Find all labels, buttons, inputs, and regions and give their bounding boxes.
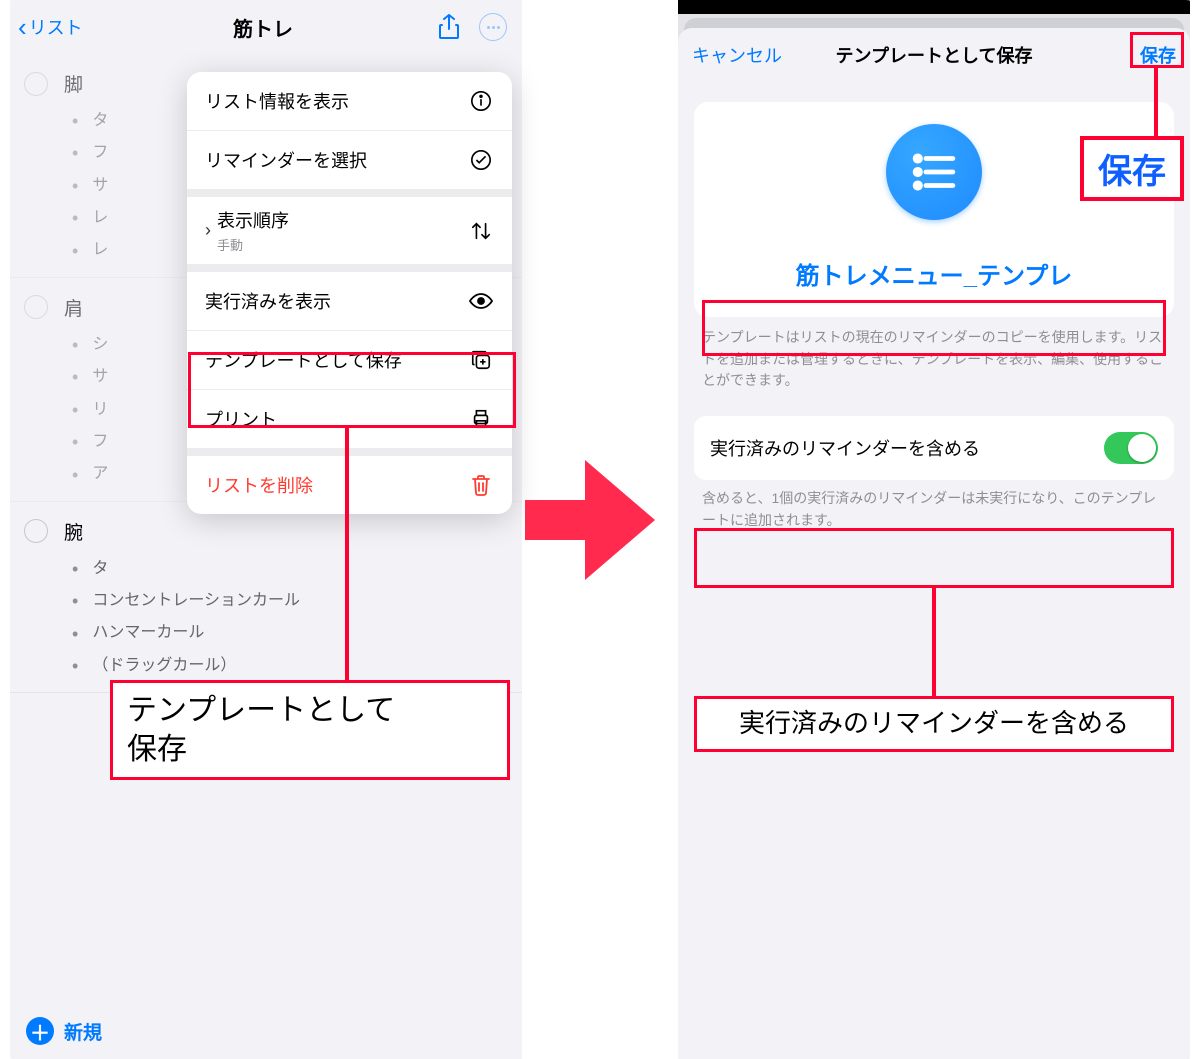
new-label: 新規 (64, 1018, 102, 1045)
flow-arrow-icon (525, 460, 665, 580)
menu-show-completed[interactable]: 実行済みを表示 (187, 272, 512, 331)
context-menu: リスト情報を表示 リマインダーを選択 › 表示順序 手動 (187, 72, 512, 514)
annotation-highlight (702, 300, 1166, 356)
section-title: 腕 (64, 518, 83, 545)
completion-toggle[interactable] (24, 72, 48, 96)
reminders-list-screen: ‹ リスト 筋トレ 脚 タ (10, 0, 522, 1059)
sheet-title: テンプレートとして保存 (836, 42, 1033, 68)
back-label: リスト (29, 14, 83, 40)
ellipsis-icon (479, 13, 507, 41)
include-completed-switch[interactable] (1104, 432, 1158, 464)
trash-icon (468, 474, 494, 496)
annotation-connector (932, 588, 936, 698)
checkmark-circle-icon (468, 149, 494, 171)
annotation-highlight (1130, 32, 1184, 68)
annotation-connector (1154, 68, 1158, 136)
share-icon (438, 14, 460, 40)
menu-show-list-info[interactable]: リスト情報を表示 (187, 72, 512, 131)
list-item[interactable]: （ドラッグカール） (72, 650, 522, 682)
sort-icon (468, 220, 494, 242)
annotation-label: 保存 (1080, 136, 1184, 201)
annotation-label: テンプレートとして 保存 (110, 680, 510, 780)
save-template-screen: キャンセル テンプレートとして保存 保存 筋トレメニュー_テンプレ テンプレート… (678, 0, 1190, 1059)
cancel-button[interactable]: キャンセル (692, 42, 836, 68)
share-button[interactable] (434, 12, 464, 42)
new-reminder-button[interactable]: ＋ 新規 (26, 1017, 102, 1045)
annotation-highlight (694, 528, 1174, 588)
section-title: 肩 (64, 294, 83, 321)
include-completed-label: 実行済みのリマインダーを含める (710, 435, 980, 461)
list-item[interactable]: タ (72, 553, 522, 585)
bottom-toolbar: ＋ 新規 (10, 1003, 522, 1059)
plus-icon: ＋ (26, 1017, 54, 1045)
annotation-label: 実行済みのリマインダーを含める (694, 696, 1174, 752)
template-card: 筋トレメニュー_テンプレ (694, 102, 1174, 317)
more-button[interactable] (478, 12, 508, 42)
annotation-connector (345, 428, 349, 682)
include-completed-description: 含めると、1個の実行済みのリマインダーは未実行になり、このテンプレートに追加され… (702, 488, 1166, 531)
menu-delete-list[interactable]: リストを削除 (187, 456, 512, 514)
nav-bar: ‹ リスト 筋トレ (10, 0, 522, 54)
include-completed-row: 実行済みのリマインダーを含める (694, 416, 1174, 480)
info-icon (468, 90, 494, 112)
completion-toggle[interactable] (24, 519, 48, 543)
list-item[interactable]: ハンマーカール (72, 618, 522, 650)
completion-toggle[interactable] (24, 295, 48, 319)
section-title: 脚 (64, 70, 83, 97)
list-section: 腕 タ コンセントレーションカール ハンマーカール （ドラッグカール） (10, 502, 522, 694)
eye-icon (468, 292, 494, 310)
menu-sort-order[interactable]: › 表示順序 手動 (187, 197, 512, 272)
menu-select-reminders[interactable]: リマインダーを選択 (187, 131, 512, 197)
chevron-right-icon: › (205, 220, 211, 241)
annotation-highlight (188, 352, 516, 428)
back-button[interactable]: ‹ リスト (18, 12, 233, 43)
list-title: 筋トレ (233, 13, 293, 42)
chevron-left-icon: ‹ (18, 12, 27, 43)
list-icon[interactable] (886, 124, 982, 220)
template-name-field[interactable]: 筋トレメニュー_テンプレ (796, 256, 1073, 291)
list-item[interactable]: コンセントレーションカール (72, 585, 522, 617)
